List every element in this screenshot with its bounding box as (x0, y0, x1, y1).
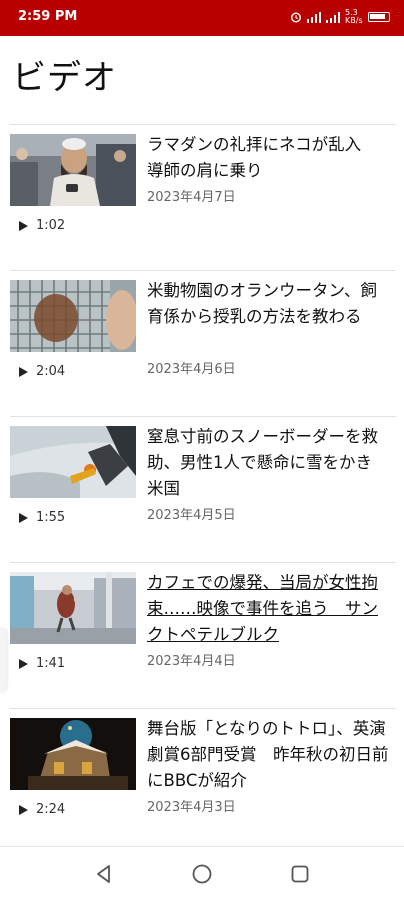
play-duration[interactable]: 2:04 (19, 364, 65, 379)
duration-label: 1:55 (36, 510, 66, 525)
duration-label: 1:41 (36, 656, 66, 671)
status-bar: 2:59 PM 5.3 KB/s (0, 0, 404, 36)
video-date: 2023年4月5日 (147, 508, 236, 523)
network-speed-label: 5.3 KB/s (345, 8, 363, 25)
play-icon (19, 512, 28, 523)
page-title: ビデオ (12, 58, 117, 98)
duration-label: 2:04 (36, 364, 66, 379)
video-date: 2023年4月4日 (147, 654, 236, 669)
play-icon (19, 804, 28, 815)
battery-icon (368, 12, 390, 22)
video-date: 2023年4月3日 (147, 800, 236, 815)
edge-panel-handle[interactable] (0, 628, 6, 692)
video-date: 2023年4月7日 (147, 190, 236, 205)
duration-label: 2:24 (36, 802, 66, 817)
video-headline[interactable]: 舞台版「となりのトトロ」、英演劇賞6部門受賞 昨年秋の初日前にBBCが紹介 (147, 716, 392, 794)
video-headline[interactable]: カフェでの爆発、当局が女性拘束……映像で事件を追う サンクトペテルブルク (147, 570, 392, 648)
video-date: 2023年4月6日 (147, 362, 236, 377)
video-thumbnail[interactable] (10, 718, 136, 790)
video-thumbnail[interactable] (10, 134, 136, 206)
system-nav-bar (0, 846, 404, 901)
status-time: 2:59 PM (18, 9, 78, 24)
play-icon (19, 366, 28, 377)
home-icon[interactable] (191, 863, 213, 885)
video-thumbnail[interactable] (10, 280, 136, 352)
video-headline[interactable]: 窒息寸前のスノーボーダーを救助、男性1人で懸命に雪をかき 米国 (147, 424, 392, 502)
back-icon[interactable] (93, 863, 115, 885)
play-icon (19, 658, 28, 669)
wifi-signal-icon (307, 11, 321, 23)
video-thumbnail[interactable] (10, 426, 136, 498)
video-headline[interactable]: ラマダンの礼拝にネコが乱入 導師の肩に乗り (147, 132, 392, 184)
video-list-item[interactable]: 1:55 窒息寸前のスノーボーダーを救助、男性1人で懸命に雪をかき 米国 202… (10, 416, 396, 562)
alarm-icon (290, 12, 302, 23)
play-duration[interactable]: 2:24 (19, 802, 65, 817)
cell-signal-icon (326, 11, 340, 23)
recents-icon[interactable] (289, 863, 311, 885)
play-icon (19, 220, 28, 231)
play-duration[interactable]: 1:55 (19, 510, 65, 525)
status-icons: 5.3 KB/s (290, 9, 390, 25)
duration-label: 1:02 (36, 218, 66, 233)
video-list: 1:02 ラマダンの礼拝にネコが乱入 導師の肩に乗り 2023年4月7日 2:0… (10, 124, 396, 854)
video-headline[interactable]: 米動物園のオランウータン、飼育係から授乳の方法を教わる (147, 278, 392, 330)
play-duration[interactable]: 1:02 (19, 218, 65, 233)
video-list-item[interactable]: 1:02 ラマダンの礼拝にネコが乱入 導師の肩に乗り 2023年4月7日 (10, 124, 396, 270)
play-duration[interactable]: 1:41 (19, 656, 65, 671)
video-list-item[interactable]: 2:24 舞台版「となりのトトロ」、英演劇賞6部門受賞 昨年秋の初日前にBBCが… (10, 708, 396, 854)
video-list-item[interactable]: 2:04 米動物園のオランウータン、飼育係から授乳の方法を教わる 2023年4月… (10, 270, 396, 416)
video-list-item[interactable]: 1:41 カフェでの爆発、当局が女性拘束……映像で事件を追う サンクトペテルブル… (10, 562, 396, 708)
video-thumbnail[interactable] (10, 572, 136, 644)
